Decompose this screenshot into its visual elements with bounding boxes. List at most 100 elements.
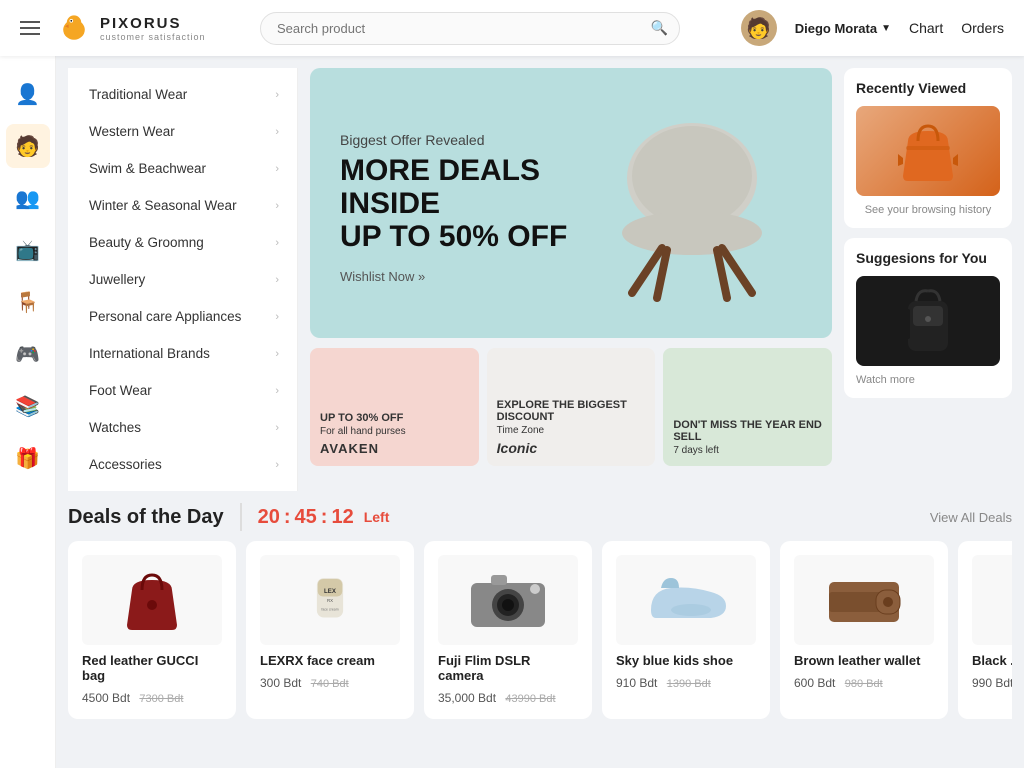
sidebar-item-user[interactable]: 👤: [6, 72, 50, 116]
deal-image-5: [972, 555, 1012, 645]
deal-price-2: 35,000 Bdt 43990 Bdt: [438, 691, 578, 705]
sidebar-item-chair[interactable]: 🪑: [6, 280, 50, 324]
sidebar-item-game[interactable]: 🎮: [6, 332, 50, 376]
deal-price-1: 300 Bdt 740 Bdt: [260, 676, 400, 690]
content-area: Traditional Wear›Western Wear›Swim & Bea…: [56, 56, 1024, 768]
deal-card-2[interactable]: Fuji Flim DSLR camera 35,000 Bdt 43990 B…: [424, 541, 592, 719]
mini-banner-watches[interactable]: EXPLORE THE BIGGEST DISCOUNT Time Zone I…: [487, 348, 656, 466]
mini-banner-text-1: UP TO 30% OFF For all hand purses AVAKEN: [320, 412, 406, 456]
watch-more-link[interactable]: Watch more: [856, 374, 1000, 386]
deal-name-5: Black ...: [972, 653, 1012, 668]
category-item-juwellery[interactable]: Juwellery›: [68, 261, 297, 298]
category-item-personal-care-appliances[interactable]: Personal care Appliances›: [68, 298, 297, 335]
deal-price-4: 600 Bdt 980 Bdt: [794, 676, 934, 690]
deal-card-0[interactable]: Red leather GUCCI bag 4500 Bdt 7300 Bdt: [68, 541, 236, 719]
avatar-image: 🧑: [746, 16, 771, 41]
logo-text: PIXORUS customer satisfaction: [100, 15, 206, 42]
orders-link[interactable]: Orders: [961, 20, 1004, 36]
deal-price-5: 990 Bdt: [972, 676, 1012, 690]
sidebar-icons: 👤 🧑 👥 📺 🪑 🎮 📚 🎁: [0, 56, 56, 768]
hamburger-button[interactable]: [20, 21, 40, 35]
mini-banner-purses[interactable]: UP TO 30% OFF For all hand purses AVAKEN: [310, 348, 479, 466]
deal-name-0: Red leather GUCCI bag: [82, 653, 222, 683]
category-item-watches[interactable]: Watches›: [68, 409, 297, 446]
suggestions-card: Suggesions for You Watch more: [844, 238, 1012, 398]
category-menu: Traditional Wear›Western Wear›Swim & Bea…: [68, 68, 298, 491]
deal-name-3: Sky blue kids shoe: [616, 653, 756, 668]
deal-card-1[interactable]: LEXRXface cream LEXRX face cream 300 Bdt…: [246, 541, 414, 719]
deal-card-3[interactable]: Sky blue kids shoe 910 Bdt 1390 Bdt: [602, 541, 770, 719]
timer-hours: 20: [258, 506, 280, 529]
category-item-winter-&-seasonal-wear[interactable]: Winter & Seasonal Wear›: [68, 187, 297, 224]
timer-minutes: 45: [295, 506, 317, 529]
suggestions-title: Suggesions for You: [856, 250, 1000, 266]
deals-header: Deals of the Day 20 : 45 : 12 Left View …: [68, 503, 1012, 531]
recently-viewed-title: Recently Viewed: [856, 80, 1000, 96]
arrow-icon: ›: [275, 422, 279, 434]
sidebar-item-gift[interactable]: 🎁: [6, 436, 50, 480]
center-column: Biggest Offer Revealed MORE DEALS INSIDE…: [310, 68, 832, 491]
arrow-icon: ›: [275, 237, 279, 249]
wishlist-button[interactable]: Wishlist Now »: [340, 269, 582, 284]
search-icon: 🔍: [651, 20, 668, 37]
arrow-icon: ›: [275, 126, 279, 138]
logo: PIXORUS customer satisfaction: [56, 10, 206, 46]
arrow-icon: ›: [275, 200, 279, 212]
hero-title: MORE DEALS INSIDEUP TO 50% OFF: [340, 154, 582, 253]
mini-banner-yearend[interactable]: DON'T MISS THE YEAR END SELL 7 days left: [663, 348, 832, 466]
category-item-beauty-&-groomng[interactable]: Beauty & Groomng›: [68, 224, 297, 261]
timer-sep-2: :: [321, 506, 328, 529]
see-history-link[interactable]: See your browsing history: [856, 204, 1000, 216]
suggestion-image: [856, 276, 1000, 366]
timer-seconds: 12: [331, 506, 353, 529]
sidebar-item-tv[interactable]: 📺: [6, 228, 50, 272]
top-section: Traditional Wear›Western Wear›Swim & Bea…: [68, 68, 1012, 491]
sidebar-item-shelf[interactable]: 📚: [6, 384, 50, 428]
hero-text: Biggest Offer Revealed MORE DEALS INSIDE…: [340, 132, 582, 284]
svg-text:LEX: LEX: [324, 588, 337, 595]
deal-image-4: [794, 555, 934, 645]
search-bar: 🔍: [260, 12, 680, 45]
header-right: 🧑 Diego Morata ▼ Chart Orders: [741, 10, 1004, 46]
hero-banner: Biggest Offer Revealed MORE DEALS INSIDE…: [310, 68, 832, 338]
deal-price-0: 4500 Bdt 7300 Bdt: [82, 691, 222, 705]
deal-card-4[interactable]: Brown leather wallet 600 Bdt 980 Bdt: [780, 541, 948, 719]
category-item-traditional-wear[interactable]: Traditional Wear›: [68, 76, 297, 113]
header: PIXORUS customer satisfaction 🔍 🧑 Diego …: [0, 0, 1024, 56]
arrow-icon: ›: [275, 385, 279, 397]
category-item-international-brands[interactable]: International Brands›: [68, 335, 297, 372]
deal-image-1: LEXRXface cream: [260, 555, 400, 645]
deals-divider: [240, 503, 242, 531]
arrow-icon: ›: [275, 459, 279, 471]
sidebar-item-person[interactable]: 🧑: [6, 124, 50, 168]
deal-name-4: Brown leather wallet: [794, 653, 934, 668]
arrow-icon: ›: [275, 311, 279, 323]
chart-link[interactable]: Chart: [909, 20, 943, 36]
chair-illustration: [582, 98, 802, 318]
deal-image-0: [82, 555, 222, 645]
sidebar-item-group[interactable]: 👥: [6, 176, 50, 220]
view-all-deals-link[interactable]: View All Deals: [930, 510, 1012, 525]
deal-name-1: LEXRX face cream: [260, 653, 400, 668]
deals-grid: Red leather GUCCI bag 4500 Bdt 7300 Bdt …: [68, 541, 1012, 719]
svg-text:RX: RX: [327, 598, 333, 603]
recently-viewed-image: [856, 106, 1000, 196]
arrow-icon: ›: [275, 89, 279, 101]
category-item-swim-&-beachwear[interactable]: Swim & Beachwear›: [68, 150, 297, 187]
timer-sep-1: :: [284, 506, 291, 529]
category-item-foot-wear[interactable]: Foot Wear›: [68, 372, 297, 409]
main-layout: 👤 🧑 👥 📺 🪑 🎮 📚 🎁 Traditional Wear›Western…: [0, 56, 1024, 768]
deals-title: Deals of the Day: [68, 506, 224, 529]
avatar: 🧑: [741, 10, 777, 46]
timer-label: Left: [364, 509, 390, 525]
logo-icon: [56, 10, 92, 46]
deal-card-5[interactable]: Black ... 990 Bdt: [958, 541, 1012, 719]
category-item-accessories[interactable]: Accessories›: [68, 446, 297, 483]
right-panel: Recently Viewed See your browsing histor…: [844, 68, 1012, 491]
mini-banner-text-3: DON'T MISS THE YEAR END SELL 7 days left: [673, 419, 822, 456]
arrow-icon: ›: [275, 163, 279, 175]
category-item-western-wear[interactable]: Western Wear›: [68, 113, 297, 150]
search-input[interactable]: [260, 12, 680, 45]
deal-image-2: [438, 555, 578, 645]
arrow-icon: ›: [275, 274, 279, 286]
